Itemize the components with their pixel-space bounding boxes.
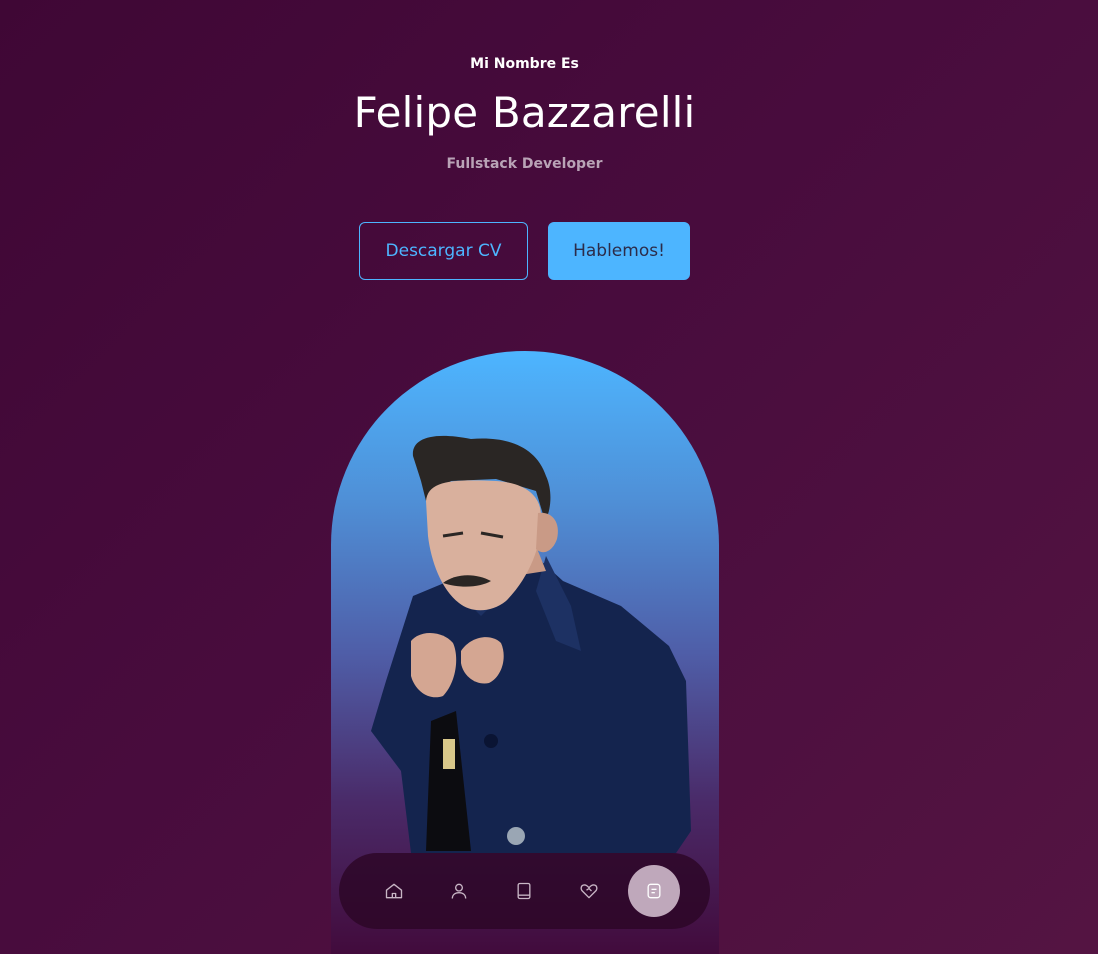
role-subtitle: Fullstack Developer	[446, 156, 603, 172]
greeting-text: Mi Nombre Es	[470, 56, 579, 72]
home-icon	[385, 883, 403, 899]
nav-experience[interactable]	[498, 865, 550, 917]
book-icon	[517, 882, 531, 900]
message-icon	[647, 883, 661, 899]
page-title: Felipe Bazzarelli	[353, 88, 696, 137]
bottom-nav	[339, 853, 710, 929]
contact-button[interactable]: Hablemos!	[548, 222, 690, 280]
nav-home[interactable]	[368, 865, 420, 917]
nav-about[interactable]	[433, 865, 485, 917]
download-cv-button[interactable]: Descargar CV	[359, 222, 528, 280]
nav-services[interactable]	[563, 865, 615, 917]
user-icon	[451, 883, 467, 899]
heart-handshake-icon	[580, 884, 598, 899]
nav-contact[interactable]	[628, 865, 680, 917]
